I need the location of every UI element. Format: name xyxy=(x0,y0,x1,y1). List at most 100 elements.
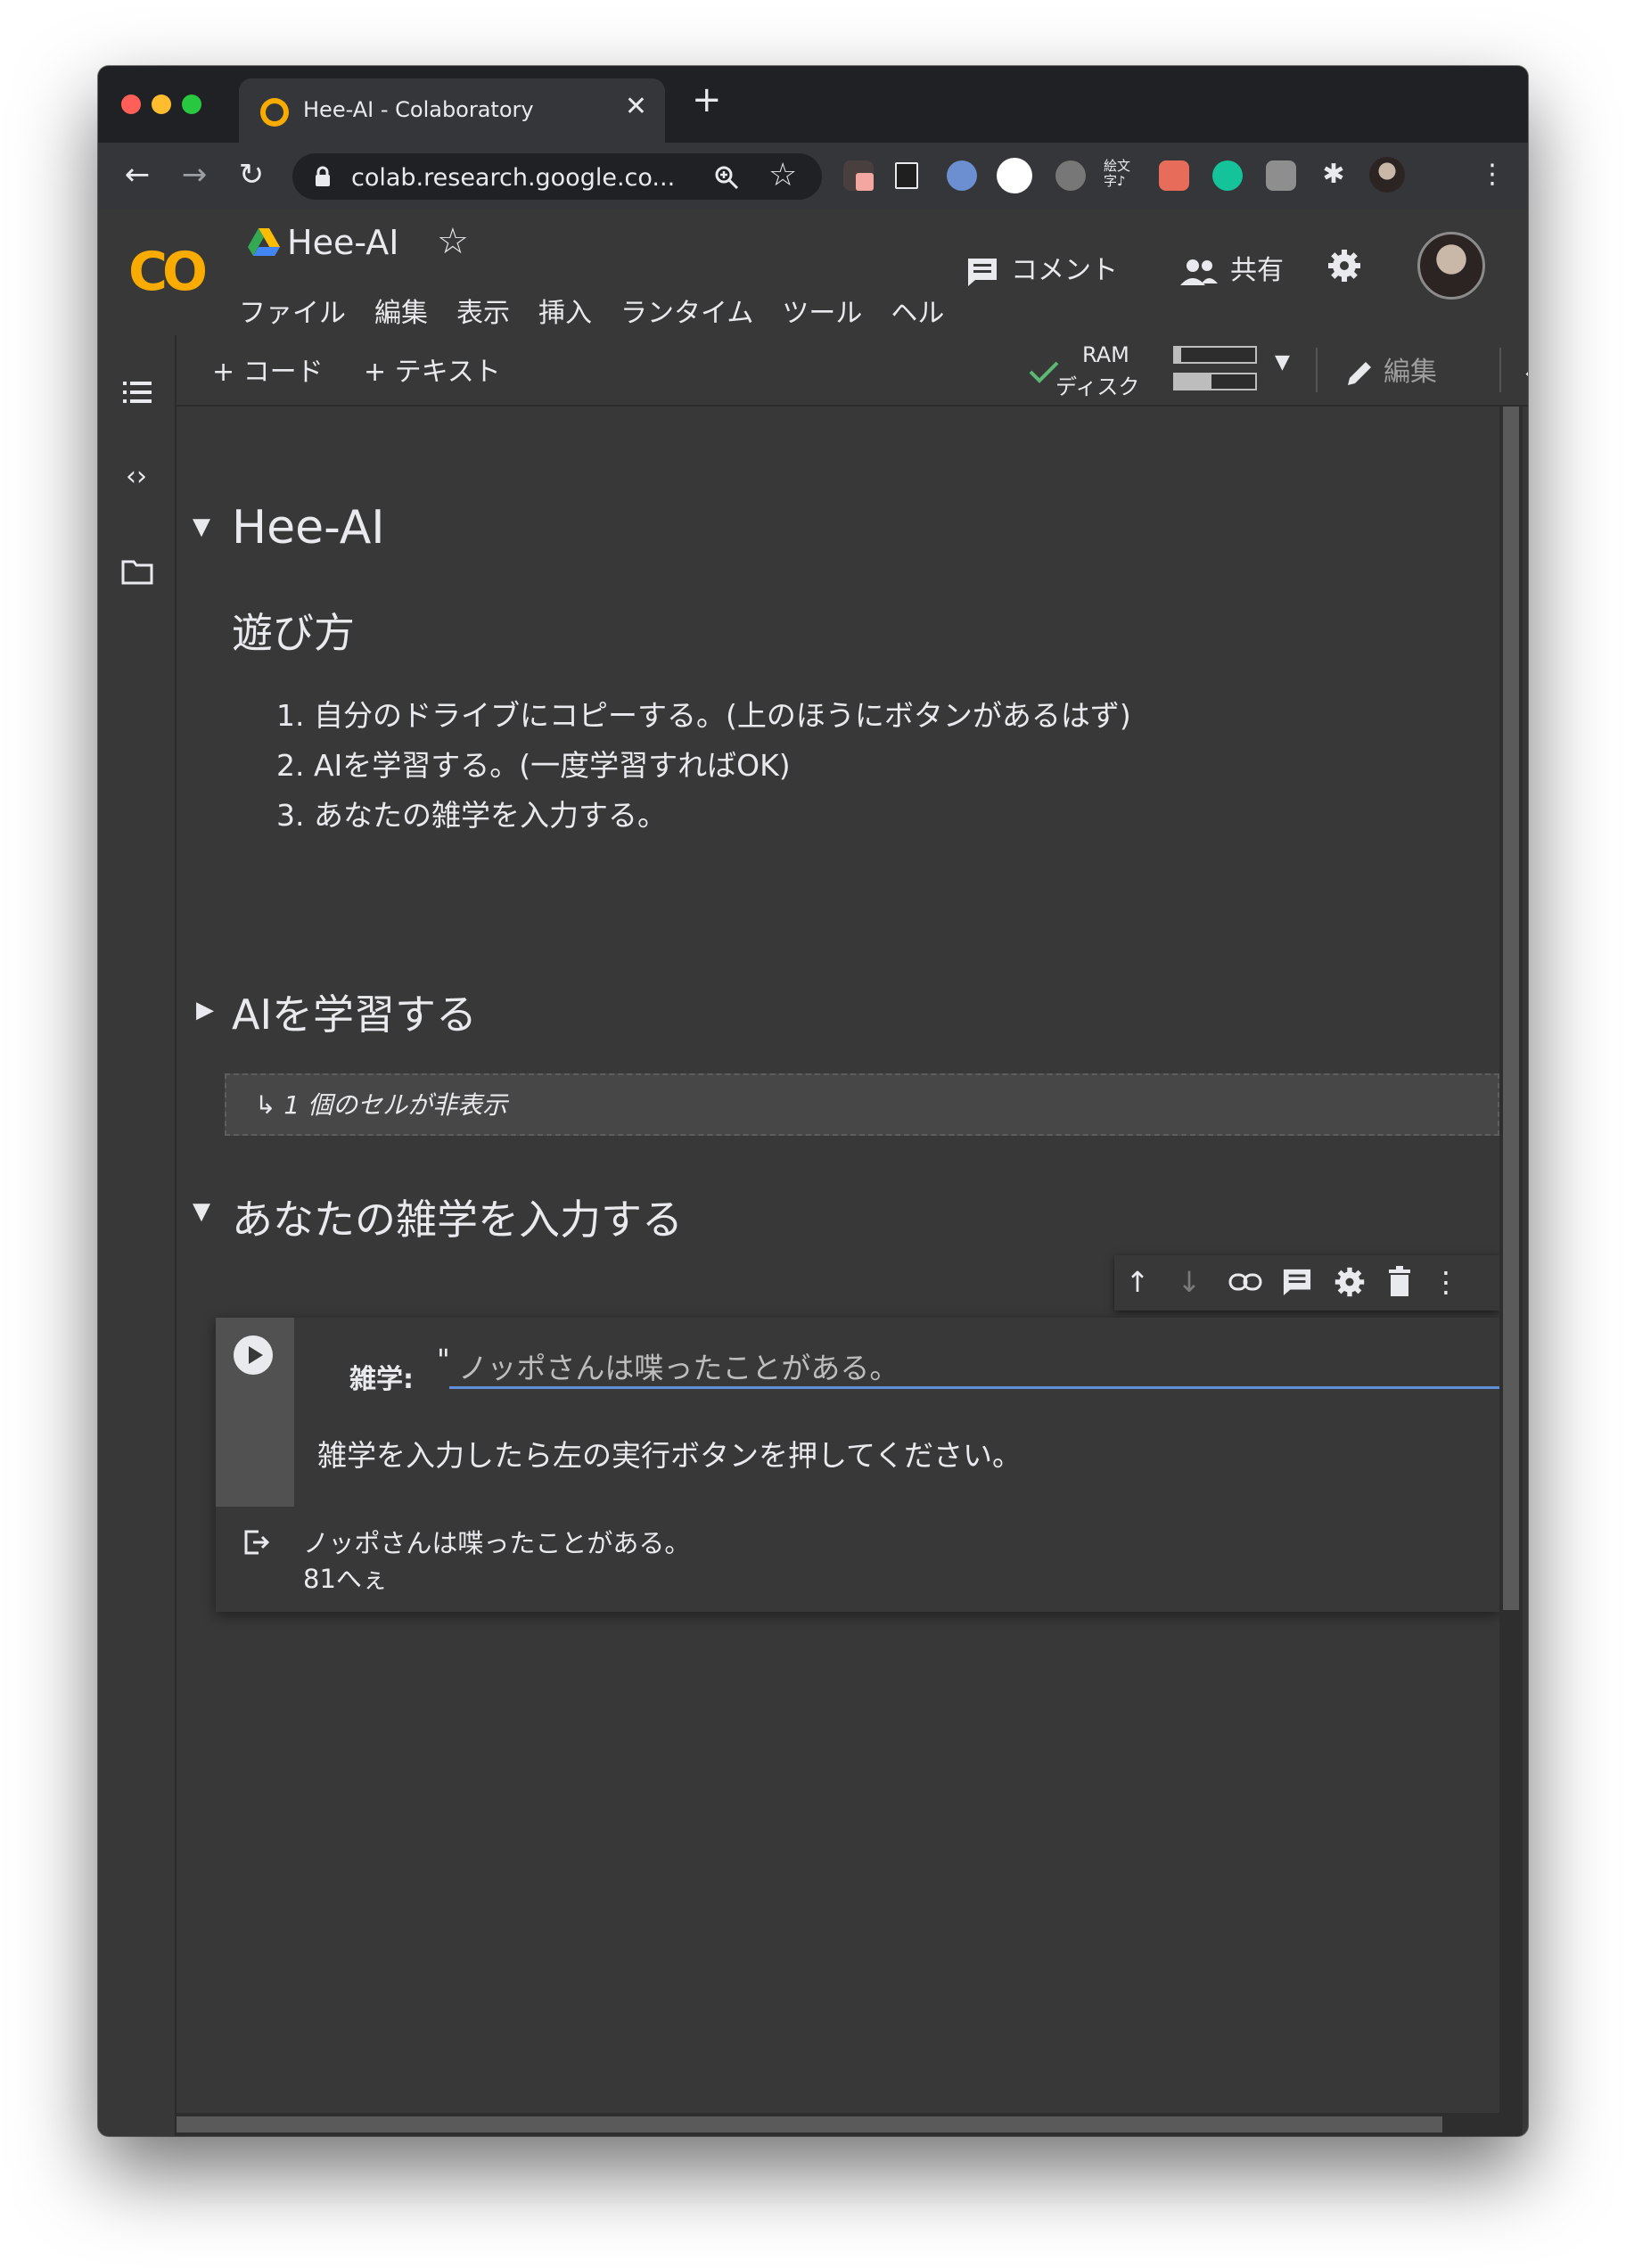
forward-arrow-icon[interactable]: → xyxy=(175,155,214,194)
horizontal-scrollbar[interactable] xyxy=(177,2113,1499,2136)
comment-button[interactable]: コメント xyxy=(966,248,1118,287)
comment-label: コメント xyxy=(1011,255,1118,286)
browser-toolbar: ← → ↻ colab.research.google.co... ☆ 絵文字♪ xyxy=(98,143,1528,210)
comment-icon xyxy=(968,258,997,286)
table-of-contents-icon[interactable] xyxy=(123,380,152,405)
ram-meter[interactable] xyxy=(1173,346,1257,364)
minimize-window-button[interactable] xyxy=(152,94,171,114)
ram-label: RAM xyxy=(1082,342,1129,367)
reload-icon[interactable]: ↻ xyxy=(232,155,271,194)
lock-icon xyxy=(316,166,330,186)
notebook-toolbar: + コード + テキスト RAM ディスク ▼ 編集 xyxy=(177,335,1528,407)
add-code-button[interactable]: + コード xyxy=(212,349,324,389)
share-button[interactable]: 共有 xyxy=(1180,248,1284,287)
runtime-dropdown-icon[interactable]: ▼ xyxy=(1275,351,1290,374)
form-cell[interactable]: 雑学: " 雑学を入力したら左の実行ボタンを押してください。 ノッポさんは喋った… xyxy=(216,1318,1499,1612)
menu-help[interactable]: ヘル xyxy=(891,291,944,330)
delete-trash-icon[interactable] xyxy=(1387,1266,1412,1298)
menu-view[interactable]: 表示 xyxy=(456,291,510,330)
vertical-scroll-thumb[interactable] xyxy=(1503,407,1519,1610)
notebook-heading: Hee-AI xyxy=(232,501,385,555)
maximize-window-button[interactable] xyxy=(182,94,201,114)
menu-edit[interactable]: 編集 xyxy=(374,291,428,330)
star-extension-icon[interactable] xyxy=(1055,160,1086,191)
input-section-caret-icon[interactable]: ▼ xyxy=(193,1198,210,1225)
howto-heading: 遊び方 xyxy=(232,609,355,657)
colab-header: CO Hee-AI ☆ ファイル 編集 表示 挿入 ランタイム ツール ヘル コ… xyxy=(98,209,1528,337)
vertical-scrollbar[interactable] xyxy=(1499,407,1523,2136)
output-line-1: ノッポさんは喋ったことがある。 xyxy=(303,1528,691,1558)
collapse-header-chevron-icon[interactable] xyxy=(1524,360,1528,378)
menu-file[interactable]: ファイル xyxy=(239,291,346,330)
pencil-icon xyxy=(1348,361,1371,385)
trivia-input[interactable] xyxy=(449,1344,1499,1389)
settings-gear-icon[interactable] xyxy=(1326,248,1362,284)
close-window-button[interactable] xyxy=(121,94,141,114)
zoom-icon[interactable] xyxy=(713,164,740,191)
tab-title: Hee-AI - Colaboratory xyxy=(303,97,534,122)
cell-description: 雑学を入力したら左の実行ボタンを押してください。 xyxy=(317,1438,1022,1473)
section-collapse-caret-icon[interactable]: ▼ xyxy=(193,514,210,540)
book-extension-icon[interactable] xyxy=(895,162,918,189)
step-item-1: 1. 自分のドライブにコピーする。(上のほうにボタンがあるはず) xyxy=(276,698,1131,733)
left-sidebar: ‹› xyxy=(98,335,177,2136)
tab-close-icon[interactable]: ✕ xyxy=(625,94,647,120)
url-text: colab.research.google.co... xyxy=(351,164,676,192)
colab-logo[interactable]: CO xyxy=(128,241,208,303)
link-icon[interactable] xyxy=(1228,1271,1262,1293)
code-snippets-icon[interactable]: ‹› xyxy=(116,456,157,497)
notebook-content: ▼ Hee-AI 遊び方 1. 自分のドライブにコピーする。(上のほうにボタンが… xyxy=(177,407,1499,2136)
grammarly-extension-icon[interactable] xyxy=(1212,160,1243,191)
colab-favicon-icon xyxy=(260,98,289,127)
hidden-cells-notice[interactable]: ↳ 1 個のセルが非表示 xyxy=(225,1073,1499,1136)
new-tab-button[interactable]: + xyxy=(692,82,722,118)
sitemap-extension-icon[interactable] xyxy=(1159,160,1189,191)
input-section-heading: あなたの雑学を入力する xyxy=(232,1196,683,1244)
trivia-label: 雑学: xyxy=(349,1364,414,1395)
notebook-title[interactable]: Hee-AI xyxy=(287,223,398,262)
disk-meter[interactable] xyxy=(1173,373,1257,390)
folder-icon[interactable] xyxy=(121,558,153,585)
output-action-icon[interactable] xyxy=(242,1528,271,1557)
drive-icon xyxy=(248,228,280,256)
check-extension-icon[interactable] xyxy=(997,158,1032,193)
browser-menu-icon[interactable]: ⋮ xyxy=(1473,155,1512,194)
horizontal-scroll-thumb[interactable] xyxy=(177,2116,1442,2132)
add-text-button[interactable]: + テキスト xyxy=(364,349,501,389)
share-label: 共有 xyxy=(1230,255,1284,286)
cell-comment-icon[interactable] xyxy=(1282,1268,1312,1296)
browser-window: Hee-AI - Colaboratory ✕ + ← → ↻ colab.re… xyxy=(98,66,1528,2136)
menu-tools[interactable]: ツール xyxy=(782,291,862,330)
edit-mode-button[interactable]: 編集 xyxy=(1344,349,1437,389)
back-arrow-icon[interactable]: ← xyxy=(118,155,157,194)
profile-avatar-icon[interactable] xyxy=(1369,157,1405,193)
cell-settings-icon[interactable] xyxy=(1334,1266,1366,1298)
disk-label: ディスク xyxy=(1055,374,1140,399)
run-gutter xyxy=(216,1318,294,1507)
menu-runtime[interactable]: ランタイム xyxy=(620,291,753,330)
cell-more-icon[interactable]: ⋮ xyxy=(1428,1264,1464,1300)
move-down-icon[interactable]: ↓ xyxy=(1171,1264,1207,1300)
step-item-3: 3. あなたの雑学を入力する。 xyxy=(276,798,667,833)
browser-tab[interactable]: Hee-AI - Colaboratory ✕ xyxy=(239,78,665,143)
run-cell-button[interactable] xyxy=(234,1335,273,1375)
menu-insert[interactable]: 挿入 xyxy=(538,291,592,330)
star-icon[interactable]: ☆ xyxy=(437,221,469,262)
toolbar-divider xyxy=(1316,348,1318,392)
menu-bar: ファイル 編集 表示 挿入 ランタイム ツール ヘル xyxy=(239,291,944,330)
user-avatar[interactable] xyxy=(1417,232,1485,300)
connected-check-icon xyxy=(1029,361,1059,383)
window-extension-icon[interactable] xyxy=(1266,160,1296,191)
cell-toolbar: ↑ ↓ ⋮ xyxy=(1114,1255,1499,1311)
step-item-2: 2. AIを学習する。(一度学習すればOK) xyxy=(276,748,791,783)
move-up-icon[interactable]: ↑ xyxy=(1120,1264,1155,1300)
pencil-extension-icon[interactable] xyxy=(843,160,874,191)
bookmark-star-icon[interactable]: ☆ xyxy=(768,157,797,193)
toolbar-divider-2 xyxy=(1499,348,1501,392)
section-expand-caret-icon[interactable]: ▶ xyxy=(196,997,214,1023)
output-line-2: 81へぇ xyxy=(303,1564,388,1594)
puzzle-extensions-icon[interactable]: ✱ xyxy=(1314,155,1353,194)
address-bar[interactable]: colab.research.google.co... ☆ xyxy=(292,153,822,200)
emoji-extension-icon[interactable]: 絵文字♪ xyxy=(1104,159,1136,189)
circle-extension-icon[interactable] xyxy=(947,160,977,191)
